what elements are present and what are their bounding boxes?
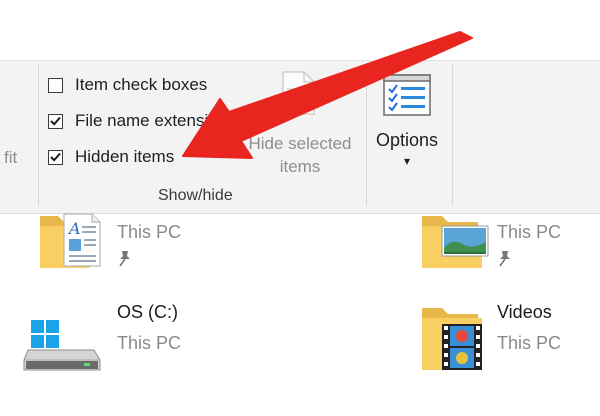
annotation-arrow-icon [182, 31, 473, 159]
